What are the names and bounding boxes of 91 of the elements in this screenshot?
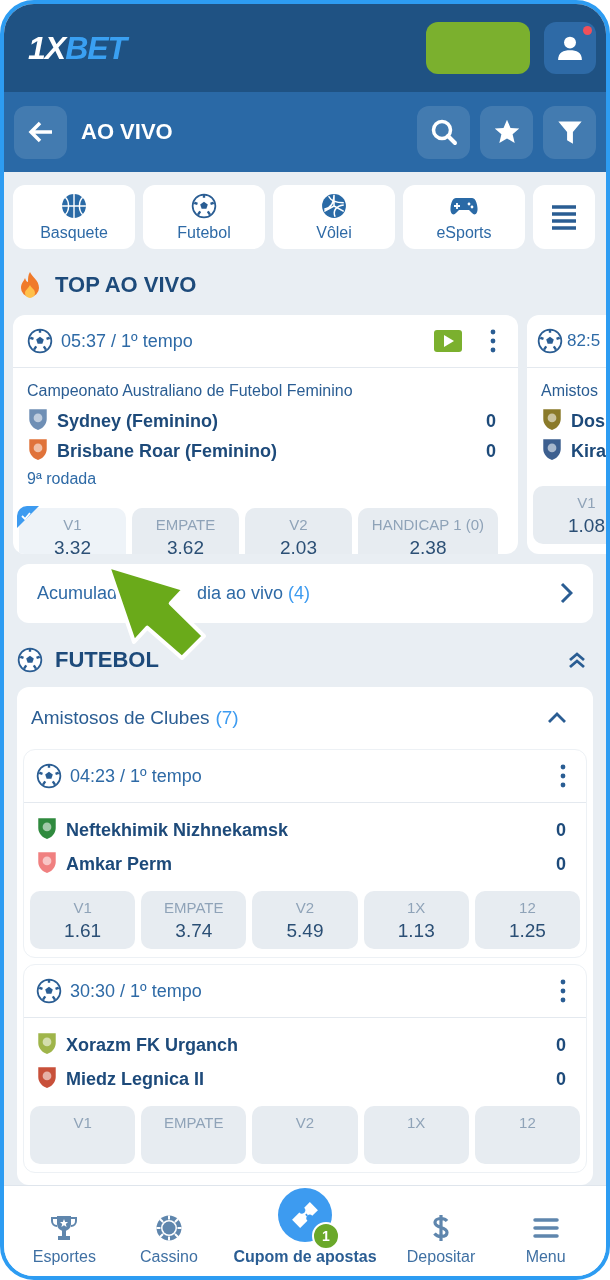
accumulator-link[interactable]: Acumulad dia ao vivo (4) xyxy=(17,563,593,623)
team-name: Xorazm FK Urganch xyxy=(66,1034,240,1056)
more-options-icon[interactable] xyxy=(490,329,496,353)
team-score: 0 xyxy=(556,819,566,841)
odds-button[interactable]: 1X 1.13 xyxy=(363,891,469,949)
nav-tab[interactable]: 1 Cupom de apostas xyxy=(221,1188,389,1266)
filter-button[interactable] xyxy=(543,105,596,159)
star-icon xyxy=(492,118,521,146)
back-arrow-icon xyxy=(27,121,54,143)
match-card[interactable]: 05:37 / 1º tempo Campeonato Australiano de Futebol Feminino Sydney (Feminino) 0 Brisbane Roar (Feminino) 0 9ª rodada V1 3.32 EMPATE 3.62 V2 2.03 HANDICAP 1 (0) 2.38 xyxy=(13,315,518,554)
team-crest-icon xyxy=(541,437,563,461)
team-score: 0 xyxy=(486,440,496,462)
soccer-ball-icon xyxy=(537,328,563,354)
team-score: 0 xyxy=(556,1068,566,1090)
match-count: (7) xyxy=(215,707,239,729)
team-crest-icon xyxy=(36,816,58,840)
nav-tab[interactable]: Menu xyxy=(493,1214,598,1266)
profile-button[interactable] xyxy=(544,22,596,74)
team-name: Neftekhimik Nizhnekamsk xyxy=(66,819,290,841)
casino-chip-icon xyxy=(154,1214,183,1242)
round-label: 9ª rodada xyxy=(27,470,98,488)
soccer-ball-icon xyxy=(36,978,62,1004)
trophy-icon xyxy=(50,1214,79,1242)
team-crest-icon xyxy=(36,850,58,874)
user-icon xyxy=(557,35,583,61)
team-name: Brisbane Roar (Feminino) xyxy=(57,440,279,462)
live-stream-icon[interactable] xyxy=(434,330,462,352)
favorites-button[interactable] xyxy=(480,105,533,159)
team-name: Kira xyxy=(571,440,606,462)
team-score: 0 xyxy=(486,410,496,432)
page-title: AO VIVO xyxy=(81,119,174,145)
back-button[interactable] xyxy=(14,105,67,159)
team-score: 0 xyxy=(556,1034,566,1056)
odds-button[interactable]: EMPATE 3.74 xyxy=(141,891,247,949)
chevron-right-icon xyxy=(559,582,573,605)
basketball-icon xyxy=(60,192,88,219)
match-time: 82:5 xyxy=(567,331,602,351)
count-badge: 1 xyxy=(312,1222,340,1250)
team-name: Amkar Perm xyxy=(66,853,174,875)
odds-button[interactable]: EMPATE 3.62 xyxy=(132,508,239,554)
nav-tab[interactable]: Depositar xyxy=(388,1214,494,1266)
check-icon xyxy=(17,506,39,528)
team-name: Dos xyxy=(571,410,605,432)
team-name: Sydney (Feminino) xyxy=(57,410,219,432)
volleyball-icon xyxy=(320,192,348,219)
chevron-up-icon[interactable] xyxy=(547,711,567,725)
soccer-ball-icon xyxy=(17,647,43,673)
nav-tab[interactable]: Cassino xyxy=(116,1214,222,1266)
ticket-icon xyxy=(289,1199,321,1231)
league-title[interactable]: Amistosos de Clubes xyxy=(31,707,210,729)
match-time: 04:23 / 1º tempo xyxy=(70,765,203,787)
collapse-icon[interactable] xyxy=(568,651,586,669)
logo-text: 1X xyxy=(28,29,66,67)
section-title: FUTEBOL xyxy=(55,647,159,673)
soccer-ball-icon xyxy=(190,192,218,219)
team-name: Miedz Legnica II xyxy=(66,1068,206,1090)
team-score: 0 xyxy=(556,853,566,875)
more-options-icon[interactable] xyxy=(560,764,566,788)
list-icon xyxy=(550,203,578,231)
soccer-ball-icon xyxy=(36,763,62,789)
odds-button[interactable]: V2 2.03 xyxy=(245,508,352,554)
section-title: TOP AO VIVO xyxy=(55,272,197,298)
team-crest-icon xyxy=(27,437,49,461)
team-crest-icon xyxy=(36,1065,58,1089)
sport-tab[interactable]: Vôlei xyxy=(273,185,395,249)
sport-tab[interactable]: Basquete xyxy=(13,185,135,249)
sport-tab[interactable]: Futebol xyxy=(143,185,265,249)
more-sports-button[interactable] xyxy=(533,185,595,249)
search-button[interactable] xyxy=(417,105,470,159)
league-name: Amistos xyxy=(541,382,599,400)
odds-button[interactable]: V1 1.08 xyxy=(533,486,606,544)
sport-tab[interactable]: eSports xyxy=(403,185,525,249)
logo-text: BET xyxy=(65,29,127,67)
odds-button[interactable]: V2 5.49 xyxy=(252,891,358,949)
nav-tab[interactable]: Esportes xyxy=(12,1214,117,1266)
league-name: Campeonato Australiano de Futebol Feminino xyxy=(27,382,354,400)
more-options-icon[interactable] xyxy=(560,979,566,1003)
soccer-ball-icon xyxy=(27,328,53,354)
odds-button[interactable]: 12 1.25 xyxy=(474,891,580,949)
match-time: 30:30 / 1º tempo xyxy=(70,980,203,1002)
search-icon xyxy=(429,118,458,146)
match-card[interactable]: 30:30 / 1º tempo Xorazm FK Urganch 0 Miedz Legnica II 0 V1 EMPATE V2 1X 12 xyxy=(23,964,587,1173)
team-crest-icon xyxy=(541,407,563,431)
match-card[interactable]: 04:23 / 1º tempo Neftekhimik Nizhnekamsk 0 Amkar Perm 0 V1 1.61 EMPATE 3.74 V2 5.49 1X 1.13 12 1.25 xyxy=(23,749,587,958)
odds-button[interactable]: V1 1.61 xyxy=(30,891,136,949)
odds-button[interactable]: V1 3.32 xyxy=(19,508,126,554)
team-crest-icon xyxy=(27,407,49,431)
team-crest-icon xyxy=(36,1031,58,1055)
match-time: 05:37 / 1º tempo xyxy=(61,330,194,352)
match-card[interactable]: 82:5 Amistos Dos Kira V1 1.08 xyxy=(527,315,606,554)
odds-button[interactable]: HANDICAP 1 (0) 2.38 xyxy=(358,508,498,554)
